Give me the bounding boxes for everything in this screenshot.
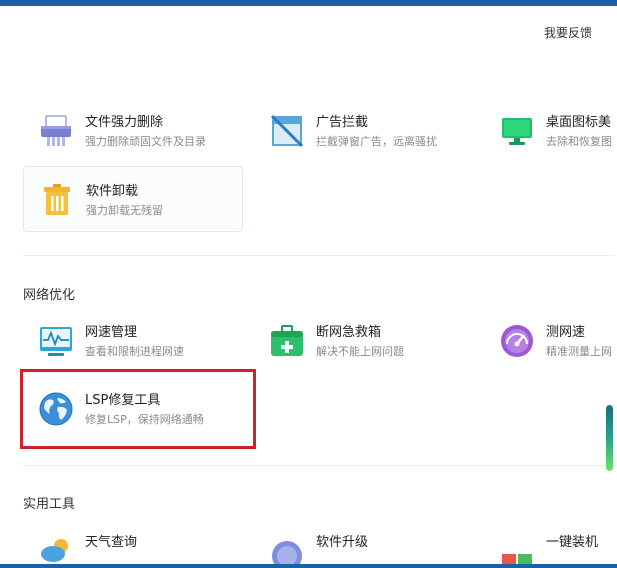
tool-title: 断网急救箱 [316,325,382,340]
tool-desc: 解决不能上网问题 [316,345,404,358]
tool-file-shredder[interactable]: 文件强力删除 强力删除顽固文件及目录 [23,98,243,164]
scrollbar-thumb[interactable] [606,405,613,471]
shredder-icon [39,114,73,148]
first-aid-kit-icon [270,324,304,358]
install-icon [500,534,534,564]
tool-desc: 强力删除顽固文件及目录 [85,135,206,148]
tool-uninstaller[interactable]: 软件卸载 强力卸载无残留 [23,166,243,232]
tool-title: 一键装机 [546,535,599,550]
desktop-icon [500,114,534,148]
upgrade-icon [270,534,304,564]
section-title-network: 网络优化 [23,288,76,303]
tool-software-upgrade[interactable]: 软件升级 [254,518,474,564]
window-top-bar [0,0,617,6]
trash-icon [40,183,74,217]
tool-network-first-aid[interactable]: 断网急救箱 解决不能上网问题 [254,308,474,374]
section-title-utilities: 实用工具 [23,497,76,512]
feedback-link[interactable]: 我要反馈 [544,24,592,41]
tool-title: 网速管理 [85,325,138,340]
tool-title: 文件强力删除 [85,115,164,130]
tool-title: 软件卸载 [86,184,139,199]
tool-title: 软件升级 [316,535,369,550]
highlight-box [20,369,256,449]
tool-desc: 拦截弹窗广告，远离骚扰 [316,135,437,148]
tool-desc: 强力卸载无残留 [86,204,163,217]
tool-title: 测网速 [546,325,586,340]
ad-block-icon [270,114,304,148]
tool-desc: 查看和限制进程网速 [85,345,184,358]
section-divider [23,255,615,256]
tool-speed-manager[interactable]: 网速管理 查看和限制进程网速 [23,308,243,374]
section-divider [23,465,615,466]
tool-one-click-install[interactable]: 一键装机 [484,518,617,564]
tool-title: 天气查询 [85,535,138,550]
window-bottom-bar [0,564,617,568]
tool-ad-block[interactable]: 广告拦截 拦截弹窗广告，远离骚扰 [254,98,474,164]
tool-weather[interactable]: 天气查询 [23,518,243,564]
tool-desc: 去除和恢复图 [546,135,612,148]
tool-desc: 精准测量上网 [546,345,612,358]
tool-title: 广告拦截 [316,115,369,130]
speedometer-icon [500,324,534,358]
tool-speed-test[interactable]: 测网速 精准测量上网 [484,308,617,374]
monitor-chart-icon [39,324,73,358]
tool-title: 桌面图标美 [546,115,612,130]
weather-icon [39,534,73,564]
tool-desktop-icons[interactable]: 桌面图标美 去除和恢复图 [484,98,617,164]
